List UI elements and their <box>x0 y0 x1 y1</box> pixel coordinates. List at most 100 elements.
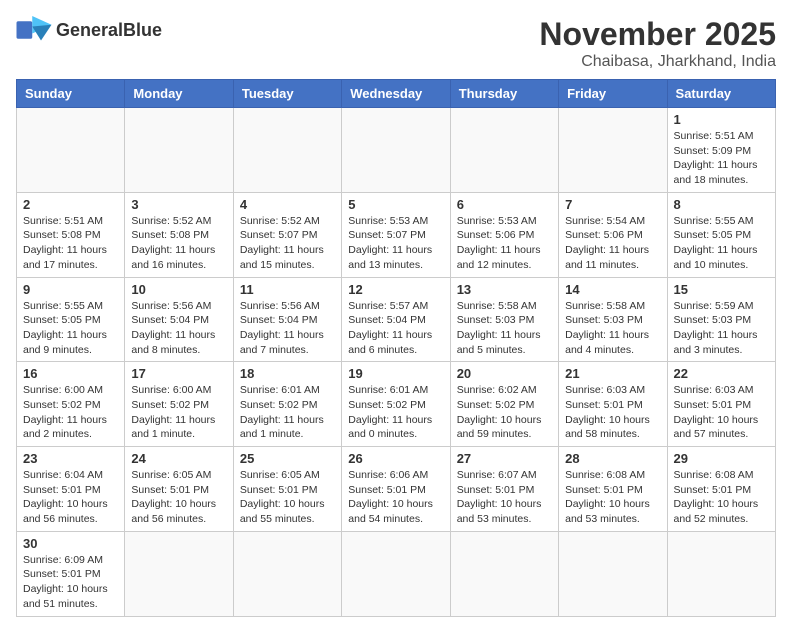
calendar-day-cell <box>342 108 450 193</box>
weekday-header-thursday: Thursday <box>450 80 558 108</box>
calendar-day-cell: 12 Sunrise: 5:57 AM Sunset: 5:04 PM Dayli… <box>342 277 450 362</box>
day-info: Sunrise: 6:04 AM Sunset: 5:01 PM Dayligh… <box>23 468 118 527</box>
day-info: Sunrise: 6:05 AM Sunset: 5:01 PM Dayligh… <box>240 468 335 527</box>
calendar-day-cell: 16Sunrise: 6:00 AM Sunset: 5:02 PM Dayli… <box>17 362 125 447</box>
day-info: Sunrise: 6:06 AM Sunset: 5:01 PM Dayligh… <box>348 468 443 527</box>
calendar-day-cell: 25 Sunrise: 6:05 AM Sunset: 5:01 PM Dayli… <box>233 447 341 532</box>
day-info: Sunrise: 5:58 AM Sunset: 5:03 PM Dayligh… <box>457 299 552 358</box>
calendar-day-cell: 3 Sunrise: 5:52 AM Sunset: 5:08 PM Daylig… <box>125 192 233 277</box>
calendar-day-cell: 14 Sunrise: 5:58 AM Sunset: 5:03 PM Dayli… <box>559 277 667 362</box>
day-info: Sunrise: 6:05 AM Sunset: 5:01 PM Dayligh… <box>131 468 226 527</box>
day-number: 6 <box>457 197 552 212</box>
day-info: Sunrise: 5:51 AM Sunset: 5:09 PM Dayligh… <box>674 129 769 188</box>
calendar-day-cell <box>125 531 233 616</box>
day-info: Sunrise: 5:57 AM Sunset: 5:04 PM Dayligh… <box>348 299 443 358</box>
logo: GeneralBlue <box>16 16 162 44</box>
calendar-day-cell <box>667 531 775 616</box>
calendar-day-cell: 26Sunrise: 6:06 AM Sunset: 5:01 PM Dayli… <box>342 447 450 532</box>
day-number: 25 <box>240 451 335 466</box>
calendar-day-cell: 6 Sunrise: 5:53 AM Sunset: 5:06 PM Daylig… <box>450 192 558 277</box>
calendar-day-cell <box>559 108 667 193</box>
day-number: 18 <box>240 366 335 381</box>
calendar-table: SundayMondayTuesdayWednesdayThursdayFrid… <box>16 79 776 617</box>
day-number: 13 <box>457 282 552 297</box>
day-info: Sunrise: 5:53 AM Sunset: 5:07 PM Dayligh… <box>348 214 443 273</box>
day-number: 16 <box>23 366 118 381</box>
day-info: Sunrise: 6:00 AM Sunset: 5:02 PM Dayligh… <box>131 383 226 442</box>
weekday-header-friday: Friday <box>559 80 667 108</box>
month-year-title: November 2025 <box>539 16 776 53</box>
calendar-day-cell: 9Sunrise: 5:55 AM Sunset: 5:05 PM Daylig… <box>17 277 125 362</box>
generalblue-logo-icon <box>16 16 52 44</box>
calendar-week-row: 16 Sunrise: 6:00 AM Sunset: 5:02 PM Dayli… <box>17 362 776 447</box>
day-info: Sunrise: 6:01 AM Sunset: 5:02 PM Dayligh… <box>240 383 335 442</box>
header: GeneralBlue November 2025 Chaibasa, Jhar… <box>16 16 776 71</box>
calendar-day-cell: 11Sunrise: 5:56 AM Sunset: 5:04 PM Dayli… <box>233 277 341 362</box>
calendar-day-cell: 5 Sunrise: 5:53 AM Sunset: 5:07 PM Daylig… <box>342 192 450 277</box>
day-info: Sunrise: 5:51 AM Sunset: 5:08 PM Dayligh… <box>23 214 118 273</box>
day-info: Sunrise: 6:01 AM Sunset: 5:02 PM Dayligh… <box>348 383 443 442</box>
calendar-day-cell: 28Sunrise: 6:08 AM Sunset: 5:01 PM Dayli… <box>559 447 667 532</box>
day-info: Sunrise: 5:56 AM Sunset: 5:04 PM Dayligh… <box>131 299 226 358</box>
day-info: Sunrise: 5:59 AM Sunset: 5:03 PM Dayligh… <box>674 299 769 358</box>
calendar-day-cell: 19Sunrise: 6:01 AM Sunset: 5:02 PM Dayli… <box>342 362 450 447</box>
calendar-day-cell: 30 Sunrise: 6:09 AM Sunset: 5:01 PM Dayli… <box>17 531 125 616</box>
day-number: 30 <box>23 536 118 551</box>
day-number: 2 <box>23 197 118 212</box>
weekday-header-tuesday: Tuesday <box>233 80 341 108</box>
day-number: 27 <box>457 451 552 466</box>
calendar-day-cell: 24 Sunrise: 6:05 AM Sunset: 5:01 PM Dayli… <box>125 447 233 532</box>
calendar-week-row: 30 Sunrise: 6:09 AM Sunset: 5:01 PM Dayli… <box>17 531 776 616</box>
weekday-header-wednesday: Wednesday <box>342 80 450 108</box>
day-info: Sunrise: 6:09 AM Sunset: 5:01 PM Dayligh… <box>23 553 118 612</box>
calendar-day-cell: 22 Sunrise: 6:03 AM Sunset: 5:01 PM Dayli… <box>667 362 775 447</box>
day-info: Sunrise: 5:52 AM Sunset: 5:08 PM Dayligh… <box>131 214 226 273</box>
day-number: 7 <box>565 197 660 212</box>
day-number: 10 <box>131 282 226 297</box>
day-number: 24 <box>131 451 226 466</box>
location-subtitle: Chaibasa, Jharkhand, India <box>539 53 776 71</box>
day-number: 4 <box>240 197 335 212</box>
day-number: 8 <box>674 197 769 212</box>
calendar-day-cell: 27 Sunrise: 6:07 AM Sunset: 5:01 PM Dayli… <box>450 447 558 532</box>
day-number: 5 <box>348 197 443 212</box>
calendar-day-cell: 20 Sunrise: 6:02 AM Sunset: 5:02 PM Dayli… <box>450 362 558 447</box>
weekday-header-row: SundayMondayTuesdayWednesdayThursdayFrid… <box>17 80 776 108</box>
day-number: 1 <box>674 112 769 127</box>
day-info: Sunrise: 6:03 AM Sunset: 5:01 PM Dayligh… <box>674 383 769 442</box>
calendar-day-cell <box>450 531 558 616</box>
day-number: 14 <box>565 282 660 297</box>
day-info: Sunrise: 6:02 AM Sunset: 5:02 PM Dayligh… <box>457 383 552 442</box>
day-info: Sunrise: 6:07 AM Sunset: 5:01 PM Dayligh… <box>457 468 552 527</box>
day-number: 20 <box>457 366 552 381</box>
calendar-day-cell <box>559 531 667 616</box>
calendar-day-cell: 17 Sunrise: 6:00 AM Sunset: 5:02 PM Dayli… <box>125 362 233 447</box>
calendar-day-cell: 15 Sunrise: 5:59 AM Sunset: 5:03 PM Dayli… <box>667 277 775 362</box>
calendar-day-cell: 23 Sunrise: 6:04 AM Sunset: 5:01 PM Dayli… <box>17 447 125 532</box>
day-number: 11 <box>240 282 335 297</box>
calendar-day-cell: 1 Sunrise: 5:51 AM Sunset: 5:09 PM Daylig… <box>667 108 775 193</box>
day-info: Sunrise: 5:58 AM Sunset: 5:03 PM Dayligh… <box>565 299 660 358</box>
calendar-week-row: 23 Sunrise: 6:04 AM Sunset: 5:01 PM Dayli… <box>17 447 776 532</box>
calendar-day-cell: 4 Sunrise: 5:52 AM Sunset: 5:07 PM Daylig… <box>233 192 341 277</box>
calendar-week-row: 9Sunrise: 5:55 AM Sunset: 5:05 PM Daylig… <box>17 277 776 362</box>
day-number: 12 <box>348 282 443 297</box>
day-info: Sunrise: 5:55 AM Sunset: 5:05 PM Dayligh… <box>23 299 118 358</box>
calendar-day-cell <box>342 531 450 616</box>
day-number: 29 <box>674 451 769 466</box>
day-number: 17 <box>131 366 226 381</box>
calendar-day-cell <box>233 531 341 616</box>
day-info: Sunrise: 5:55 AM Sunset: 5:05 PM Dayligh… <box>674 214 769 273</box>
day-number: 3 <box>131 197 226 212</box>
day-number: 21 <box>565 366 660 381</box>
calendar-day-cell <box>450 108 558 193</box>
calendar-day-cell <box>233 108 341 193</box>
weekday-header-monday: Monday <box>125 80 233 108</box>
calendar-day-cell: 8 Sunrise: 5:55 AM Sunset: 5:05 PM Daylig… <box>667 192 775 277</box>
day-info: Sunrise: 5:53 AM Sunset: 5:06 PM Dayligh… <box>457 214 552 273</box>
day-number: 23 <box>23 451 118 466</box>
day-number: 22 <box>674 366 769 381</box>
calendar-day-cell: 13 Sunrise: 5:58 AM Sunset: 5:03 PM Dayli… <box>450 277 558 362</box>
day-number: 15 <box>674 282 769 297</box>
day-info: Sunrise: 5:52 AM Sunset: 5:07 PM Dayligh… <box>240 214 335 273</box>
